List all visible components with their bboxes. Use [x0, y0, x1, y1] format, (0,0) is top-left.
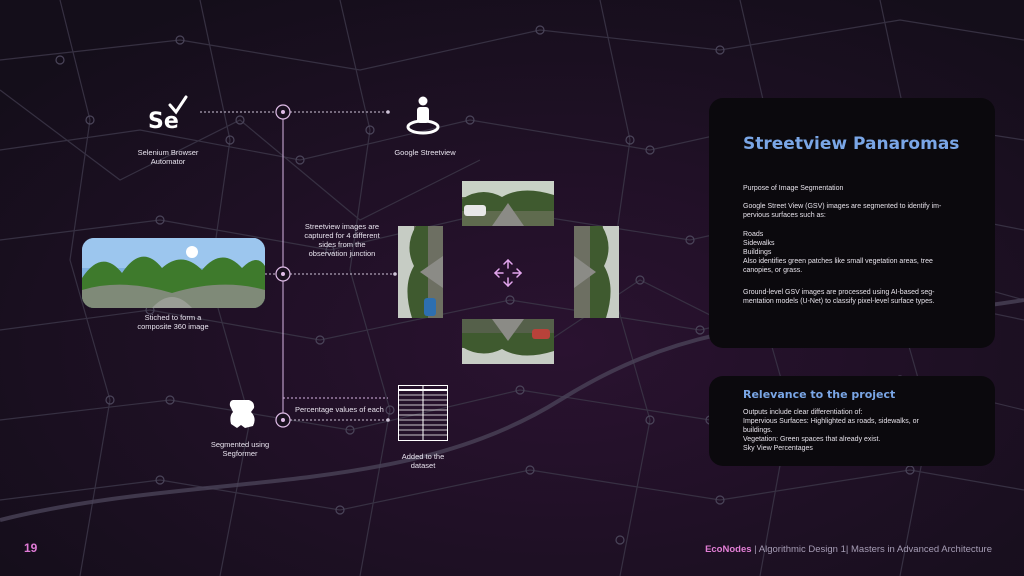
streetview-photo-south: [462, 319, 554, 364]
four-direction-arrows-icon: [493, 258, 523, 288]
dataset-table-icon: [398, 385, 448, 441]
streetview-photo-west: [398, 226, 443, 318]
streetview-card-paragraph-2: Google Street View (GSV) images are segm…: [743, 203, 942, 219]
footer-brand: EcoNodes: [705, 544, 752, 555]
selenium-label: Selenium Browser Automator: [137, 148, 199, 166]
composite-360-panorama-image: [82, 238, 265, 308]
streetview-photo-north: [462, 181, 554, 226]
segformer-label: Segmented using Segformer: [210, 440, 270, 458]
footer-separator: |: [751, 544, 759, 555]
page-number: 19: [24, 541, 38, 555]
google-streetview-label: Google Streetview: [394, 148, 456, 157]
percentage-note: Percentage values of each: [295, 405, 384, 414]
streetview-pegman-icon: [406, 96, 440, 135]
relevance-card: Relevance to the project Outputs include…: [709, 376, 995, 466]
checkmark-icon: [168, 95, 188, 115]
dataset-label: Added to the dataset: [401, 452, 445, 470]
streetview-panoramas-card: Streetview Panaromas Purpose of Image Se…: [709, 98, 995, 348]
streetview-card-title: Streetview Panaromas: [743, 134, 960, 154]
composite-label: Stiched to form a composite 360 image: [137, 313, 209, 331]
footer-credits: EcoNodes | Algorithmic Design 1| Masters…: [705, 544, 992, 555]
footer-program: Masters in Advanced Architecture: [851, 544, 992, 555]
capture-note: Streetview images are captured for 4 dif…: [304, 222, 380, 258]
streetview-card-paragraph-4: Ground-level GSV images are processed us…: [743, 289, 935, 305]
footer-course: Algorithmic Design 1: [758, 544, 846, 555]
streetview-photo-east: [574, 226, 619, 318]
relevance-card-text: Outputs include clear differentiation of…: [743, 409, 919, 452]
selenium-logo: Se: [148, 95, 188, 135]
streetview-card-paragraph-1: Purpose of Image Segmentation: [743, 185, 844, 192]
streetview-card-paragraph-3: Roads Sidewalks Buildings Also identifie…: [743, 231, 933, 274]
relevance-card-title: Relevance to the project: [743, 388, 896, 401]
segmentation-blob-icon: [229, 400, 255, 428]
